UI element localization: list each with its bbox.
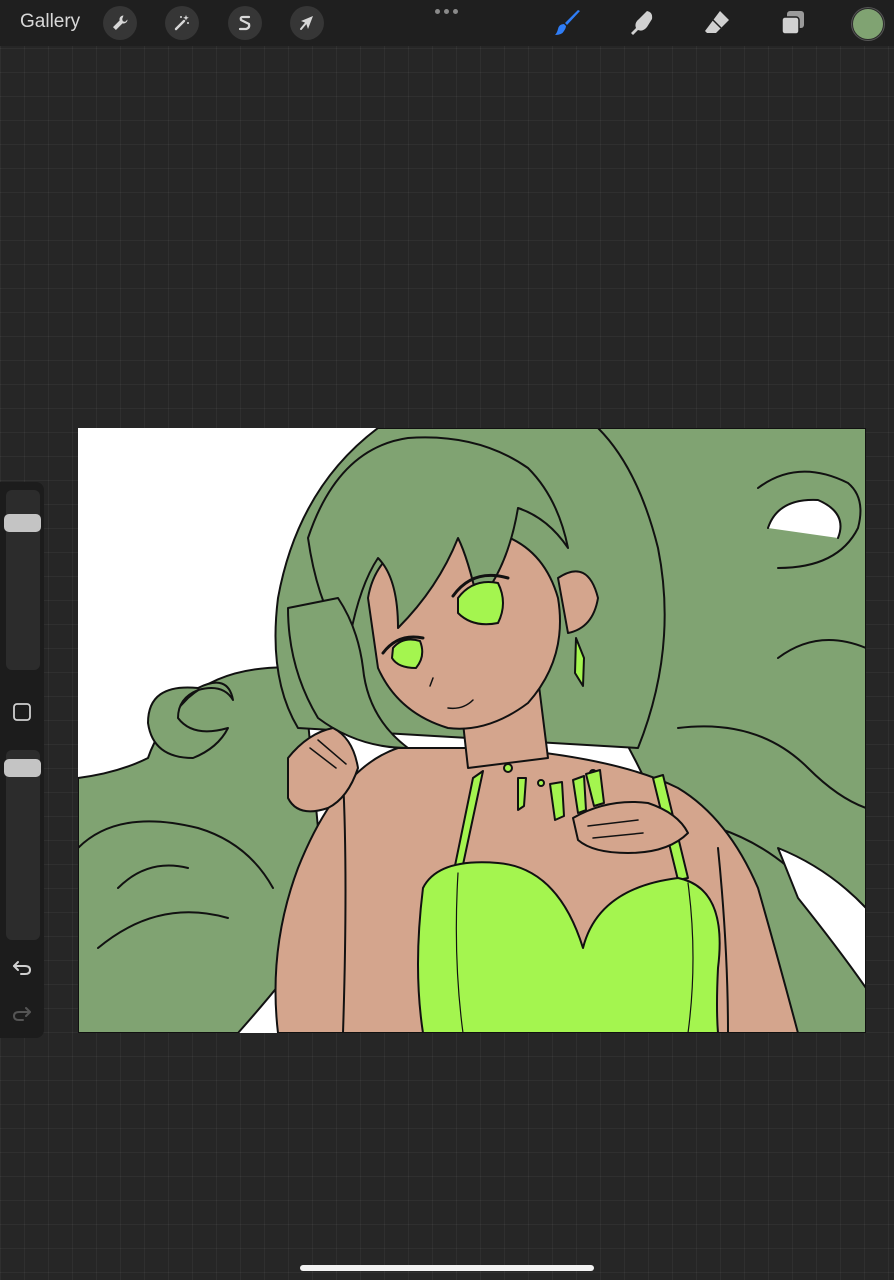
more-dots-icon[interactable] — [435, 9, 458, 14]
smudge-finger-icon — [631, 11, 653, 35]
selection-button[interactable] — [228, 6, 262, 40]
redo-icon — [12, 1007, 31, 1021]
brush-icon — [555, 10, 580, 35]
adjustments-button[interactable] — [165, 6, 199, 40]
modify-square-icon[interactable] — [12, 702, 32, 722]
color-picker-button[interactable] — [852, 8, 884, 40]
opacity-slider-thumb[interactable] — [4, 758, 41, 777]
brush-size-slider-thumb[interactable] — [4, 514, 41, 533]
undo-icon — [13, 961, 32, 975]
artwork-illustration — [78, 428, 866, 1033]
opacity-slider[interactable] — [6, 750, 40, 940]
top-toolbar: Gallery — [0, 0, 894, 46]
eraser-tool-button[interactable] — [699, 5, 735, 41]
actions-button[interactable] — [103, 6, 137, 40]
undo-button[interactable] — [10, 955, 34, 979]
selection-s-icon — [238, 15, 251, 31]
wrench-icon — [113, 15, 128, 30]
procreate-app: Gallery — [0, 0, 894, 1280]
eraser-icon — [705, 11, 729, 33]
left-sidebar — [0, 482, 44, 1038]
transform-button[interactable] — [290, 6, 324, 40]
drawing-canvas[interactable] — [78, 428, 866, 1033]
magic-wand-icon — [174, 15, 189, 31]
arrow-cursor-icon — [300, 16, 313, 30]
brush-tool-button[interactable] — [550, 5, 586, 41]
smudge-tool-button[interactable] — [624, 5, 660, 41]
gallery-button[interactable]: Gallery — [20, 11, 80, 33]
redo-button[interactable] — [10, 1001, 34, 1025]
layers-icon — [781, 11, 804, 35]
layers-button[interactable] — [775, 5, 811, 41]
home-indicator — [300, 1265, 594, 1271]
